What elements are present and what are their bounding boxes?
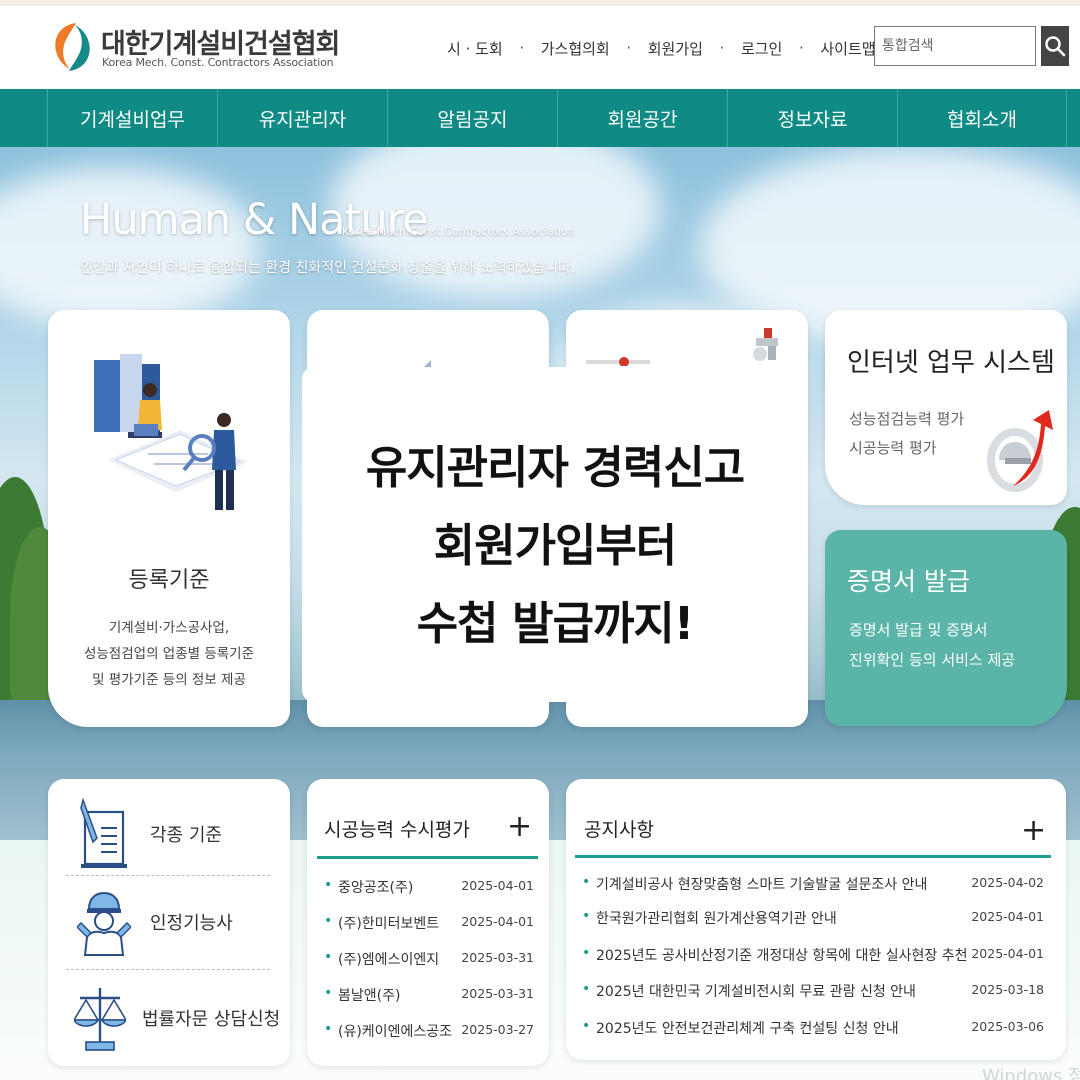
registration-description: 기계설비·가스공사업, 성능점검업의 업종별 등록기준 및 평가기준 등의 정보…: [83, 620, 255, 688]
cloud-decoration: [0, 167, 260, 327]
nav-item-members[interactable]: 회원공간: [557, 89, 727, 147]
nav-item-resources[interactable]: 정보자료: [727, 89, 897, 147]
evaluation-panel-line: [317, 856, 538, 859]
search-button[interactable]: [1041, 26, 1069, 66]
scales-icon: [74, 988, 126, 1051]
evaluation-item[interactable]: • (유)케이엔에스공조 2025-03-27: [324, 1021, 534, 1045]
certificate-description: 증명서 발급 및 증명서 진위확인 등의 서비스 제공: [849, 621, 1016, 669]
util-link-gas[interactable]: 가스협의회: [539, 38, 612, 59]
util-link-login[interactable]: 로그인: [739, 38, 784, 59]
logo-icon[interactable]: [52, 20, 92, 74]
certificate-card[interactable]: 증명서 발급 증명서 발급 및 증명서 진위확인 등의 서비스 제공: [825, 530, 1067, 726]
divider: [66, 875, 270, 876]
notice-item[interactable]: • 2025년 대한민국 기계설비전시회 무료 관람 신청 안내 2025-03-1…: [582, 981, 1044, 1005]
bullet-icon: •: [582, 981, 591, 997]
nav-item-notice[interactable]: 알림공지: [387, 89, 557, 147]
util-separator: ·: [798, 39, 804, 57]
notice-item[interactable]: • 한국원가관리협회 원가계산용역기관 안내 2025-04-01: [582, 908, 1044, 932]
hero-description: 인간과 자연이 하나로 융합되는 환경 친화적인 건설문화 창출을 위해 노력하…: [80, 260, 576, 276]
quick-link-standards[interactable]: 각종 기준: [66, 789, 270, 879]
bullet-icon: •: [582, 874, 591, 890]
gauge-icon: [586, 357, 650, 366]
bullet-icon: •: [324, 985, 333, 1001]
faucet-icon: [753, 328, 778, 361]
util-separator: ·: [519, 39, 525, 57]
evaluation-more-button[interactable]: +: [507, 812, 532, 842]
quick-link-legal[interactable]: 법률자문 상담신청: [66, 973, 280, 1063]
promo-overlay: 유지관리자 경력신고 회원가입부터 수첩 발급까지!: [302, 367, 808, 702]
technician-icon: [77, 891, 131, 956]
evaluation-panel-title: 시공능력 수시평가: [324, 819, 470, 841]
util-separator: ·: [719, 39, 725, 57]
divider: [66, 969, 270, 970]
notice-more-button[interactable]: +: [1021, 816, 1046, 846]
evaluation-item[interactable]: • (주)엠에스이엔지 2025-03-31: [324, 949, 534, 973]
registration-card[interactable]: 등록기준 기계설비·가스공사업, 성능점검업의 업종별 등록기준 및 평가기준 …: [48, 310, 290, 727]
bullet-icon: •: [324, 877, 333, 893]
certificate-title: 증명서 발급: [847, 567, 970, 596]
bullet-icon: •: [582, 1018, 591, 1034]
evaluation-item[interactable]: • (주)한미터보벤트 2025-04-01: [324, 913, 534, 937]
header: 대한기계설비건설협회 Korea Mech. Const. Contractor…: [0, 6, 1080, 89]
evaluation-panel: 시공능력 수시평가 + • 중앙공조(주) 2025-04-01 • (주)한미터보벤…: [307, 779, 549, 1066]
quick-link-label: 각종 기준: [150, 825, 222, 846]
search-icon: [1045, 36, 1066, 57]
evaluation-item[interactable]: • 봄날앤(주) 2025-03-31: [324, 985, 534, 1009]
bullet-icon: •: [324, 913, 333, 929]
promo-text: 유지관리자 경력신고 회원가입부터 수첩 발급까지!: [365, 441, 745, 650]
nav-item-about[interactable]: 협회소개: [897, 89, 1067, 147]
bullet-icon: •: [582, 908, 591, 924]
internet-system-card[interactable]: 인터넷 업무 시스템 성능점검능력 평가 시공능력 평가: [825, 310, 1067, 505]
nav-item-mechanical[interactable]: 기계설비업무: [47, 89, 217, 147]
internet-system-description: 성능점검능력 평가 시공능력 평가: [849, 410, 965, 457]
notice-item[interactable]: • 기계설비공사 현장맞춤형 스마트 기술발굴 설문조사 안내 2025-04-02: [582, 874, 1044, 898]
bullet-icon: •: [582, 945, 591, 961]
quick-link-label: 인정기능사: [150, 913, 233, 934]
evaluation-item[interactable]: • 중앙공조(주) 2025-04-01: [324, 877, 534, 901]
registration-title: 등록기준: [128, 568, 210, 593]
quick-link-technician[interactable]: 인정기능사: [66, 877, 270, 967]
utility-links: 시 · 도회 · 가스협의회 · 회원가입 · 로그인 · 사이트맵: [445, 36, 878, 60]
util-link-join[interactable]: 회원가입: [646, 38, 705, 59]
hero-subtitle: Korea Mech.Const.Contractors Association: [342, 225, 575, 238]
windows-watermark: Windows 정: [982, 1066, 1080, 1080]
notice-panel: 공지사항 + • 기계설비공사 현장맞춤형 스마트 기술발굴 설문조사 안내 202…: [566, 779, 1066, 1060]
notice-panel-line: [575, 855, 1051, 858]
main-nav: 기계설비업무 유지관리자 알림공지 회원공간 정보자료 협회소개: [0, 89, 1080, 147]
nav-item-maintenance[interactable]: 유지관리자: [217, 89, 387, 147]
search-input[interactable]: [874, 26, 1036, 66]
document-pen-icon: [80, 798, 127, 868]
bullet-icon: •: [324, 1021, 333, 1037]
notice-panel-title: 공지사항: [584, 819, 654, 841]
site-subtitle: Korea Mech. Const. Contractors Associati…: [102, 56, 334, 69]
browser-e-icon: [987, 410, 1053, 492]
util-link-sitemap[interactable]: 사이트맵: [818, 38, 877, 59]
internet-system-title: 인터넷 업무 시스템: [847, 348, 1055, 378]
notice-item[interactable]: • 2025년도 공사비산정기준 개정대상 항목에 대한 실사현장 추천 2025-…: [582, 945, 1044, 969]
bullet-icon: •: [324, 949, 333, 965]
util-link-regional[interactable]: 시 · 도회: [445, 38, 505, 59]
quick-link-label: 법률자문 상담신청: [142, 1009, 281, 1030]
quick-links-card: 각종 기준 인정기능사 법률자문 상담신청: [48, 779, 290, 1066]
books-study-icon: [94, 354, 248, 510]
util-separator: ·: [626, 39, 632, 57]
notice-item[interactable]: • 2025년도 안전보건관리체계 구축 컨설팅 신청 안내 2025-03-06: [582, 1018, 1044, 1042]
